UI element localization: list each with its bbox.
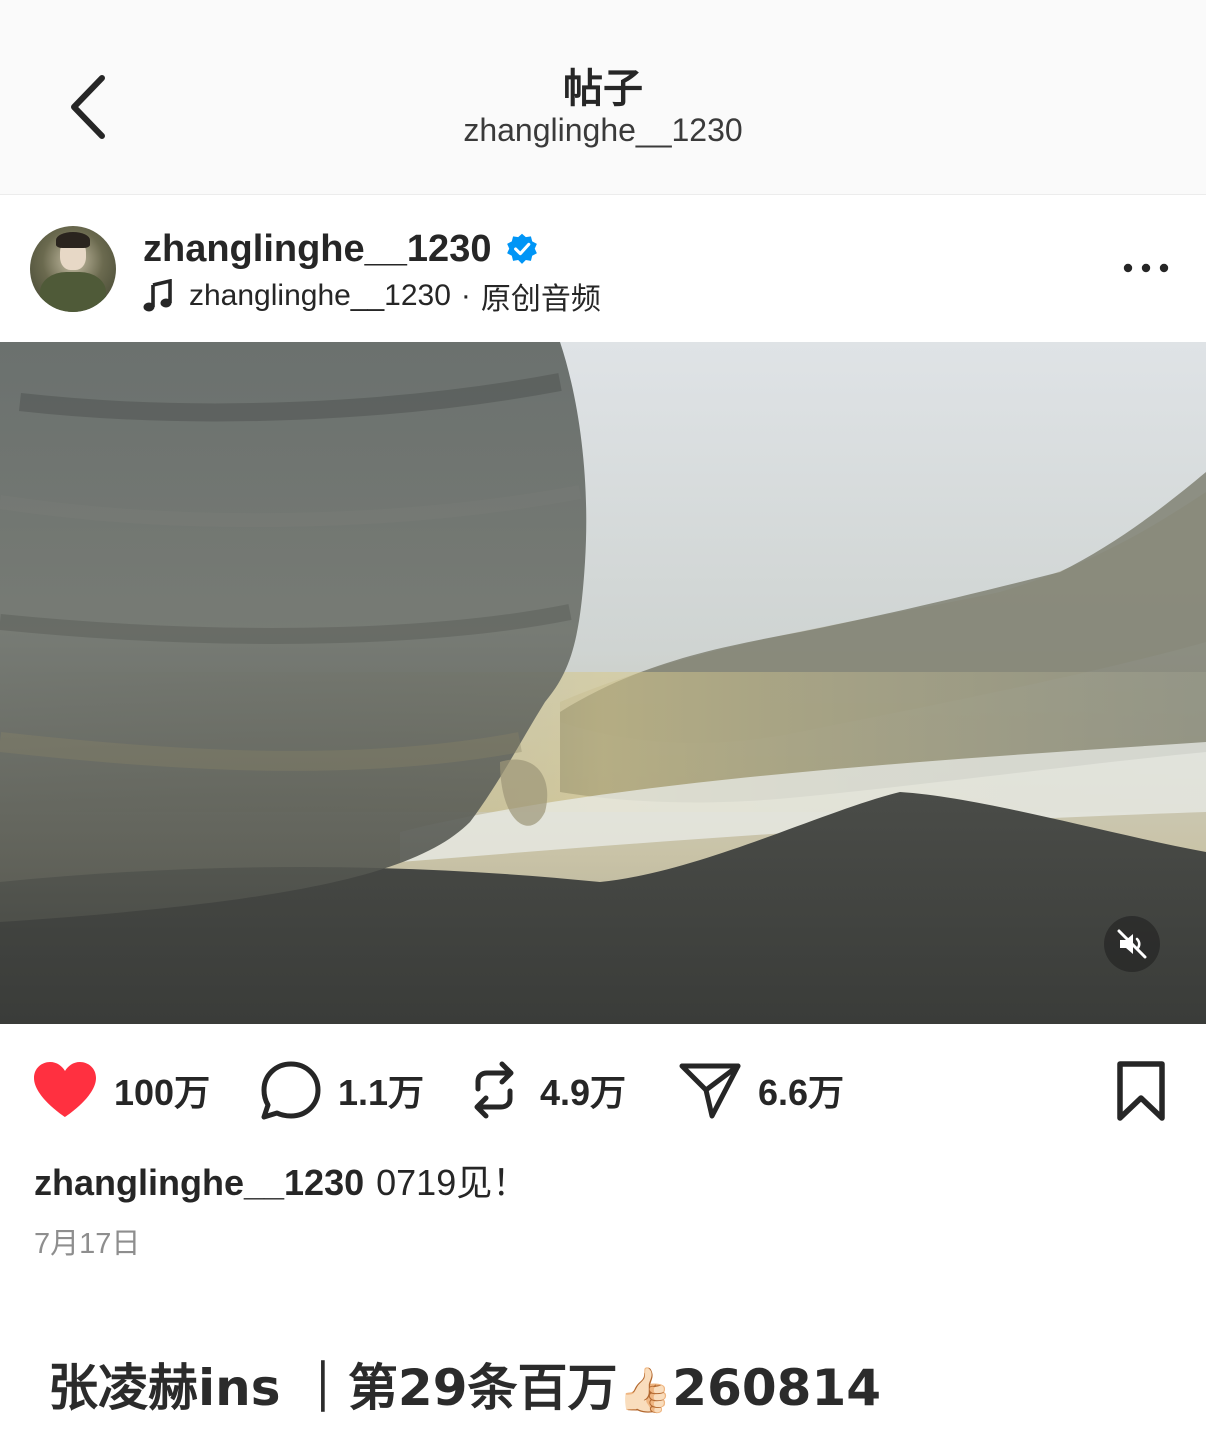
- post-video[interactable]: [0, 342, 1206, 1024]
- share-count: 6.6万: [758, 1072, 845, 1113]
- overlay-caption-suffix: 260814: [672, 1359, 882, 1417]
- mute-toggle-button[interactable]: [1104, 916, 1160, 972]
- avatar-hair-shape: [56, 232, 90, 248]
- like-button[interactable]: 100万: [32, 1058, 210, 1122]
- more-options-button[interactable]: [1118, 252, 1174, 284]
- save-button[interactable]: [1112, 1060, 1170, 1122]
- post-caption: zhanglinghe__1230 0719见！: [34, 1154, 528, 1206]
- overlay-caption: 张凌赫ins ｜第29条百万👍🏻260814: [48, 1348, 881, 1420]
- post-author: zhanglinghe__1230: [143, 226, 539, 272]
- caption-username[interactable]: zhanglinghe__1230: [34, 1162, 364, 1203]
- music-note-icon: [143, 279, 172, 312]
- like-count: 100万: [114, 1072, 211, 1113]
- caption-text: 0719见！: [376, 1162, 529, 1203]
- thumbs-up-icon: 👍🏻: [617, 1365, 673, 1416]
- speaker-muted-icon: [1117, 929, 1147, 959]
- repost-button[interactable]: 4.9万: [464, 1058, 626, 1122]
- top-bar: 帖子 zhanglinghe__1230: [0, 0, 1206, 195]
- repost-count: 4.9万: [540, 1072, 627, 1113]
- audio-label: 原创音频: [480, 283, 601, 316]
- audio-separator: ·: [460, 279, 471, 312]
- share-button[interactable]: 6.6万: [678, 1058, 844, 1122]
- comment-count: 1.1万: [338, 1072, 425, 1113]
- comment-icon: [261, 1061, 321, 1120]
- post-date: 7月17日: [34, 1228, 141, 1260]
- send-icon: [679, 1063, 741, 1119]
- comment-button[interactable]: 1.1万: [260, 1058, 424, 1122]
- post-username[interactable]: zhanglinghe__1230: [143, 228, 491, 271]
- audio-attribution[interactable]: zhanglinghe__1230 · 原创音频: [143, 276, 601, 316]
- avatar-body-shape: [40, 272, 106, 312]
- bookmark-icon: [1117, 1061, 1165, 1121]
- page-title: 帖子: [563, 66, 643, 112]
- verified-badge-icon: [507, 233, 538, 264]
- repost-icon: [474, 1061, 514, 1119]
- overlay-caption-prefix: 张凌赫ins ｜第29条百万: [48, 1359, 618, 1417]
- video-frame: [0, 342, 1206, 1024]
- heart-icon: [34, 1062, 96, 1117]
- audio-artist: zhanglinghe__1230: [189, 279, 451, 312]
- avatar[interactable]: [30, 226, 116, 312]
- more-horizontal-icon: [1123, 263, 1169, 273]
- page-subtitle: zhanglinghe__1230: [463, 112, 743, 148]
